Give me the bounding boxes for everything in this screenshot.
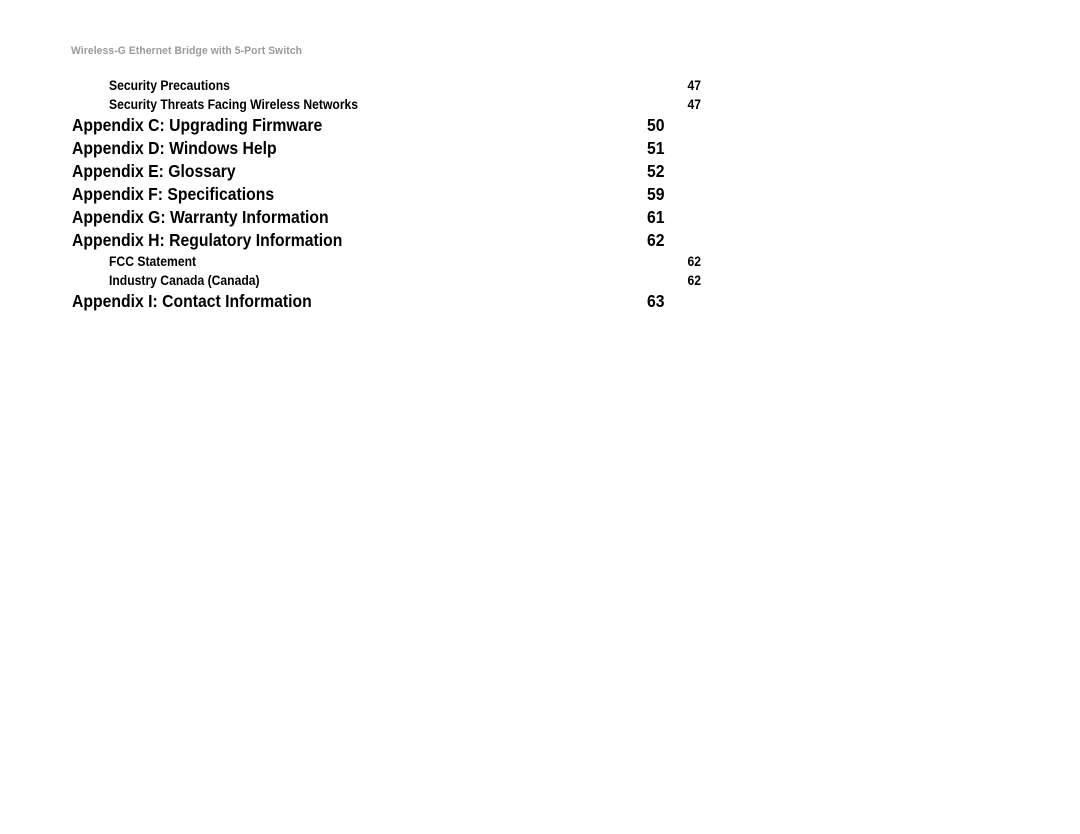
toc-entry[interactable]: FCC Statement 62 (72, 252, 701, 271)
toc-entry-title: Industry Canada (Canada) (109, 273, 260, 288)
toc-entry[interactable]: Appendix D: Windows Help 51 (72, 137, 664, 160)
toc-entry-page-number: 62 (646, 230, 664, 250)
table-of-contents: Security Precautions 47 Security Threats F… (72, 76, 701, 313)
toc-entry[interactable]: Appendix H: Regulatory Information 62 (72, 229, 664, 252)
toc-entry-page-number: 62 (687, 273, 701, 288)
toc-entry[interactable]: Appendix C: Upgrading Firmware 50 (72, 114, 664, 137)
toc-entry[interactable]: Appendix I: Contact Information 63 (72, 290, 664, 313)
toc-entry-page-number: 59 (646, 184, 664, 204)
toc-entry-title: Security Threats Facing Wireless Network… (109, 97, 359, 112)
toc-entry-title: Appendix C: Upgrading Firmware (72, 115, 323, 135)
toc-entry-page-number: 52 (646, 161, 664, 181)
toc-entry-title: Appendix E: Glossary (72, 161, 236, 181)
toc-entry-page-number: 47 (687, 78, 701, 93)
toc-entry-page-number: 61 (646, 207, 664, 227)
toc-entry-title: Appendix I: Contact Information (72, 291, 312, 311)
toc-entry-title: Security Precautions (109, 78, 230, 93)
toc-entry-title: Appendix G: Warranty Information (72, 207, 329, 227)
toc-entry-page-number: 50 (646, 115, 664, 135)
toc-entry-page-number: 62 (687, 254, 701, 269)
toc-entry[interactable]: Security Threats Facing Wireless Network… (72, 95, 701, 114)
toc-entry-page-number: 47 (687, 97, 701, 112)
toc-entry[interactable]: Industry Canada (Canada) 62 (72, 271, 701, 290)
toc-entry[interactable]: Security Precautions 47 (72, 76, 701, 95)
toc-entry-title: FCC Statement (109, 254, 197, 269)
toc-entry-title: Appendix D: Windows Help (72, 138, 277, 158)
toc-entry-page-number: 51 (646, 138, 664, 158)
toc-entry-title: Appendix H: Regulatory Information (72, 230, 343, 250)
running-header: Wireless-G Ethernet Bridge with 5-Port S… (71, 45, 303, 57)
toc-entry[interactable]: Appendix F: Specifications 59 (72, 183, 664, 206)
toc-entry-page-number: 63 (646, 291, 664, 311)
toc-entry[interactable]: Appendix E: Glossary 52 (72, 160, 664, 183)
toc-entry[interactable]: Appendix G: Warranty Information 61 (72, 206, 664, 229)
document-page: Wireless-G Ethernet Bridge with 5-Port S… (0, 0, 1080, 834)
toc-entry-title: Appendix F: Specifications (72, 184, 275, 204)
